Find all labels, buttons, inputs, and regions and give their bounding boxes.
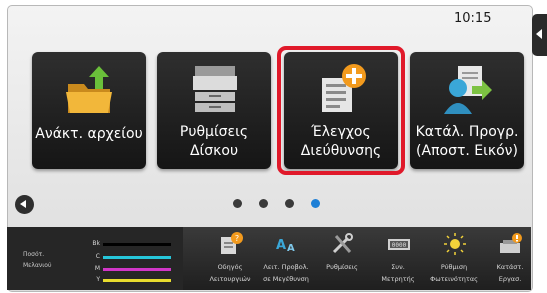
toner-bar-black [103,243,171,246]
toner-bar-yellow [103,279,171,282]
tile-send-program-list[interactable]: Κατάλ. Προγρ. (Αποστ. Εικόν) [410,52,524,169]
toner-level-label: Y [96,276,100,283]
page-dot[interactable] [259,199,268,208]
total-count-icon: 0000 [386,232,412,256]
bottom-icon-label-line2: Εργασ. [498,275,522,283]
job-status-icon [498,232,524,256]
chevron-left-icon [536,29,542,39]
bottom-bar: Ποσότ. Μελανιού Bk C M Y ? Οδηγός Λειτου… [7,227,531,290]
page-dot-active[interactable] [311,199,320,208]
page-indicator [233,199,328,209]
side-panel-toggle[interactable] [532,14,547,56]
highlight-frame [277,46,405,175]
toner-label-line1: Ποσότ. [23,251,45,258]
tile-label-line1: Ρυθμίσεις [179,124,249,140]
toner-bar-cyan [103,256,171,259]
enlarged-display-icon: AA [274,232,300,256]
toner-level-label: C [95,253,100,260]
svg-text:A: A [287,243,295,254]
back-button[interactable] [15,195,34,214]
toner-bar-magenta [103,268,171,271]
toner-status[interactable]: Ποσότ. Μελανιού Bk C M Y [7,227,183,290]
operation-guide-button[interactable]: ? Οδηγός Λειτουργιών [202,227,258,290]
total-count-button[interactable]: 0000 Συν. Μετρητής [370,227,426,290]
brightness-button[interactable]: Ρύθμιση Φωτεινότητας [426,227,482,290]
page-dot[interactable] [285,199,294,208]
toner-level-label: M [94,265,100,272]
svg-text:0000: 0000 [392,242,407,249]
folder-upload-icon [64,62,116,118]
tile-label-line2: (Αποστ. Εικόν) [416,143,518,159]
operation-guide-icon: ? [218,232,244,256]
tile-label-line1: Κατάλ. Προγρ. [415,124,519,140]
tile-tray-settings[interactable]: Ρυθμίσεις Δίσκου [157,52,271,169]
arrow-left-icon [20,200,26,208]
tile-label-line2: Δίσκου [189,143,239,159]
settings-tools-icon [330,232,356,256]
brightness-icon [442,232,468,256]
page-dot[interactable] [233,199,242,208]
bottom-icon-label-line1: Κατάστ. [496,263,524,271]
enlarged-display-button[interactable]: AA Λειτ. Προβολ. σε Μεγέθυνση [258,227,314,290]
send-program-icon [442,62,494,118]
toner-level-label: Bk [92,240,100,247]
toner-label-line2: Μελανιού [23,262,52,269]
tile-file-retrieve[interactable]: Ανάκτ. αρχείου [32,52,146,169]
bottom-icon-label-line2: σε Μεγέθυνση [263,275,309,283]
clock: 10:15 [454,11,492,26]
svg-text:?: ? [235,234,239,243]
tile-label: Ανάκτ. αρχείου [35,126,143,142]
settings-button[interactable]: Ρυθμίσεις [314,227,370,290]
svg-text:A: A [276,238,286,253]
job-status-button[interactable]: Κατάστ. Εργασ. [482,227,538,290]
printer-tray-icon [189,62,241,118]
home-screen: 10:15 Ανάκτ. αρχείου Ρυθμίσεις Δίσκου Έλ… [0,0,547,293]
